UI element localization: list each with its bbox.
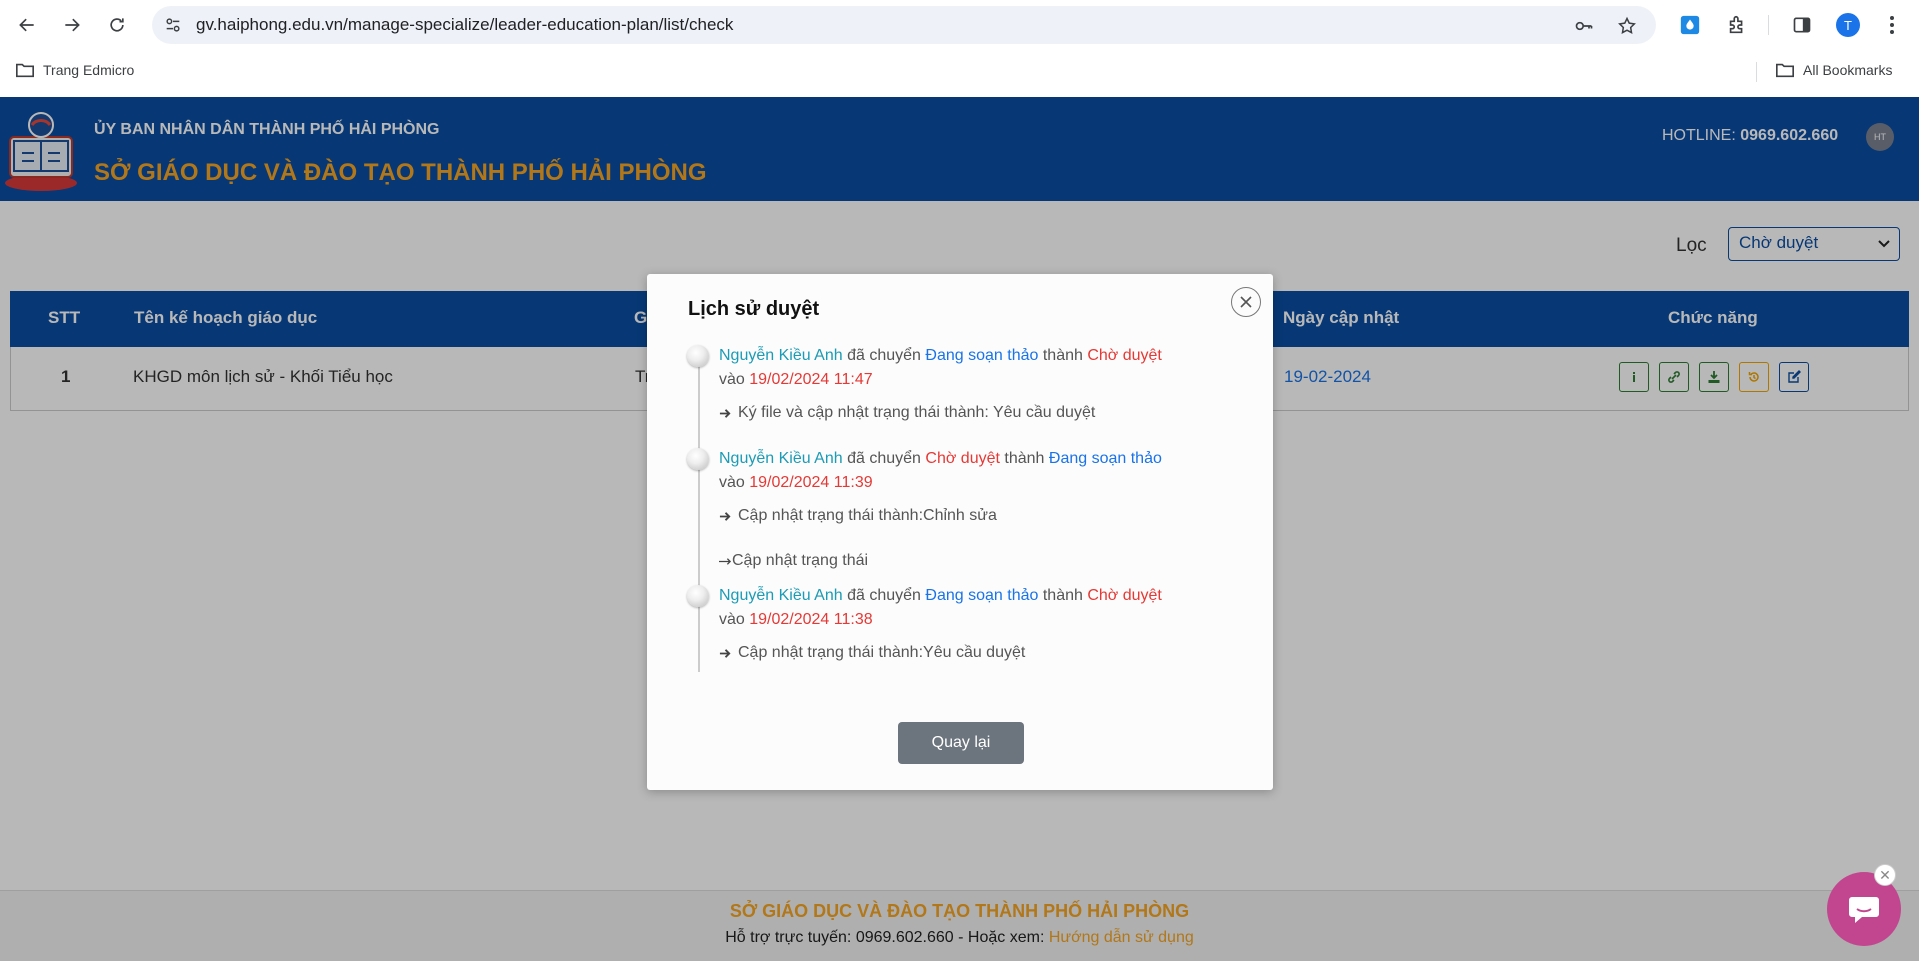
- entry-user: Nguyễn Kiều Anh: [719, 587, 843, 604]
- browser-toolbar: gv.haiphong.edu.vn/manage-specialize/lea…: [0, 0, 1919, 50]
- all-bookmarks-label: All Bookmarks: [1803, 62, 1893, 78]
- note-text: Ký file và cập nhật trạng thái thành: Yê…: [738, 404, 1096, 421]
- timeline-entry-3: Nguyễn Kiều Anh đã chuyển Đang soạn thảo…: [719, 584, 1162, 632]
- entry-to-status: Chờ duyệt: [1087, 347, 1162, 364]
- close-icon: [1240, 296, 1252, 308]
- modal-title: Lịch sử duyệt: [688, 298, 820, 320]
- timeline-dot: [687, 585, 709, 607]
- entry-verb: đã chuyển: [847, 347, 921, 364]
- note-text: Cập nhật trạng thái thành:Yêu cầu duyệt: [738, 644, 1026, 661]
- extensions-puzzle-icon[interactable]: [1725, 13, 1749, 37]
- extension-drop-icon[interactable]: [1678, 13, 1702, 37]
- timeline-note: Ký file và cập nhật trạng thái thành: Yê…: [719, 404, 1095, 422]
- toolbar-divider: [1768, 15, 1769, 35]
- back-arrow-icon[interactable]: [15, 13, 39, 37]
- note-text: Cập nhật trạng thái thành:Chỉnh sửa: [738, 507, 997, 524]
- arrow-right-icon: [719, 648, 731, 658]
- all-bookmarks[interactable]: All Bookmarks: [1775, 61, 1892, 79]
- arrow-right-icon: [719, 511, 731, 521]
- entry-mid: thành: [1042, 587, 1083, 604]
- arrow-right-icon: [719, 408, 731, 418]
- reload-icon[interactable]: [105, 13, 129, 37]
- url-text: gv.haiphong.edu.vn/manage-specialize/lea…: [196, 15, 734, 34]
- approval-history-modal: Lịch sử duyệt Nguyễn Kiều Anh đã chuyển …: [647, 274, 1273, 790]
- long-arrow-right-icon: [719, 557, 732, 565]
- bookmark-label: Trang Edmicro: [43, 62, 135, 78]
- entry-mid: thành: [1042, 347, 1083, 364]
- folder-icon: [1776, 63, 1794, 78]
- entry-at-label: vào: [719, 371, 745, 388]
- entry-to-status: Chờ duyệt: [1087, 587, 1162, 604]
- profile-avatar[interactable]: T: [1836, 13, 1860, 37]
- side-panel-icon[interactable]: [1790, 13, 1814, 37]
- entry-to-status: Đang soạn thảo: [1048, 450, 1162, 467]
- timeline-note: Cập nhật trạng thái thành:Yêu cầu duyệt: [719, 644, 1025, 662]
- chat-close-icon[interactable]: ✕: [1874, 864, 1896, 886]
- timeline-note: Cập nhật trạng thái thành:Chỉnh sửa: [719, 507, 997, 525]
- timeline-dot: [687, 345, 709, 367]
- entry-time: 19/02/2024 11:38: [749, 611, 873, 628]
- back-button[interactable]: Quay lại: [898, 722, 1024, 764]
- chat-icon: [1849, 897, 1879, 923]
- timeline-note: Cập nhật trạng thái: [719, 552, 868, 570]
- password-key-icon[interactable]: [1574, 16, 1594, 36]
- entry-at-label: vào: [719, 611, 745, 628]
- timeline-entry-1: Nguyễn Kiều Anh đã chuyển Đang soạn thảo…: [719, 344, 1162, 392]
- entry-verb: đã chuyển: [847, 450, 921, 467]
- timeline-dot: [687, 448, 709, 470]
- timeline-line: [698, 352, 700, 672]
- address-bar[interactable]: gv.haiphong.edu.vn/manage-specialize/lea…: [152, 6, 1656, 44]
- bookmark-divider: [1756, 62, 1757, 82]
- forward-arrow-icon[interactable]: [60, 13, 84, 37]
- timeline-entry-2: Nguyễn Kiều Anh đã chuyển Chờ duyệt thàn…: [719, 447, 1162, 495]
- entry-verb: đã chuyển: [847, 587, 921, 604]
- note-text: Cập nhật trạng thái: [732, 552, 869, 569]
- folder-icon: [16, 63, 34, 78]
- entry-time: 19/02/2024 11:39: [749, 474, 873, 491]
- entry-from-status: Đang soạn thảo: [925, 587, 1039, 604]
- entry-at-label: vào: [719, 474, 745, 491]
- entry-from-status: Đang soạn thảo: [925, 347, 1039, 364]
- entry-from-status: Chờ duyệt: [925, 450, 1000, 467]
- bookmark-trang-edmicro[interactable]: Trang Edmicro: [15, 61, 134, 79]
- entry-user: Nguyễn Kiều Anh: [719, 450, 843, 467]
- site-settings-icon[interactable]: [164, 16, 182, 34]
- entry-time: 19/02/2024 11:47: [749, 371, 873, 388]
- entry-user: Nguyễn Kiều Anh: [719, 347, 843, 364]
- bookmark-star-icon[interactable]: [1617, 16, 1637, 36]
- entry-mid: thành: [1004, 450, 1045, 467]
- modal-close-button[interactable]: [1231, 287, 1261, 317]
- browser-menu-icon[interactable]: [1880, 13, 1904, 37]
